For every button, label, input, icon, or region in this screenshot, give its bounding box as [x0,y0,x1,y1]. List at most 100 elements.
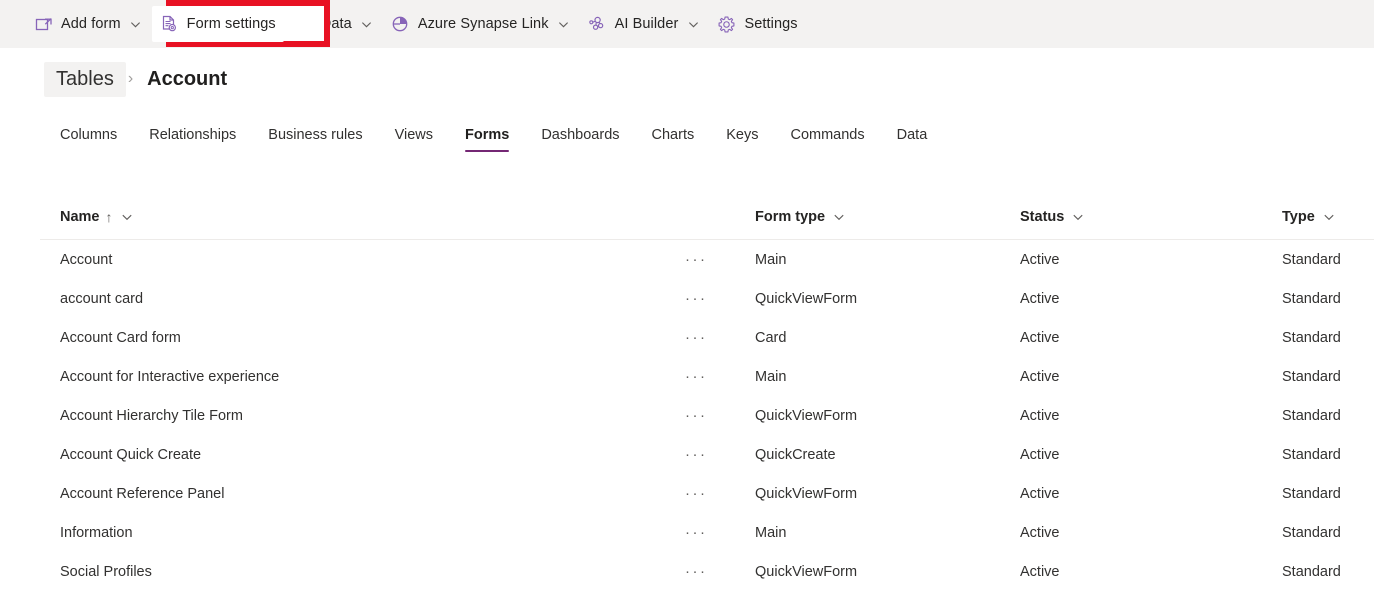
cell-status: Active [1020,408,1282,424]
column-header-label: Name [60,209,100,225]
database-icon [294,15,313,34]
more-options-icon[interactable]: ··· [685,486,708,501]
command-form-settings[interactable]: Form settings [152,6,284,42]
cell-status: Active [1020,447,1282,463]
command-settings[interactable]: Settings [709,6,805,42]
breadcrumb-item-tables[interactable]: Tables [44,62,126,97]
tab-columns[interactable]: Columns [44,127,133,152]
tab-views[interactable]: Views [379,127,449,152]
cell-name: Account Quick Create [40,447,685,463]
cell-form-type: Main [755,369,1020,385]
chevron-down-icon[interactable] [121,211,133,223]
breadcrumb: Tables › Account [44,58,239,100]
cell-name: Account for Interactive experience [40,369,685,385]
row-menu-button[interactable]: ··· [685,252,755,267]
cell-type: Standard [1282,252,1374,268]
cell-type: Standard [1282,330,1374,346]
cell-type: Standard [1282,564,1374,580]
table-row[interactable]: Account Hierarchy Tile Form ··· QuickVie… [40,396,1374,435]
chevron-down-icon[interactable] [1323,211,1335,223]
table-row[interactable]: Account Reference Panel ··· QuickViewFor… [40,474,1374,513]
row-menu-button[interactable]: ··· [685,291,755,306]
column-header-name[interactable]: Name ↑ [40,209,685,225]
grid-header-row: Name ↑ Form type Status Type [40,194,1374,240]
more-options-icon[interactable]: ··· [685,564,708,579]
tab-dashboards[interactable]: Dashboards [525,127,635,152]
cell-type: Standard [1282,408,1374,424]
cell-status: Active [1020,369,1282,385]
table-row[interactable]: Account ··· Main Active Standard [40,240,1374,279]
breadcrumb-separator-icon: › [126,70,135,88]
row-menu-button[interactable]: ··· [685,486,755,501]
gear-icon [717,15,736,34]
cell-type: Standard [1282,447,1374,463]
row-menu-button[interactable]: ··· [685,525,755,540]
cell-type: Standard [1282,486,1374,502]
column-header-label: Type [1282,209,1315,225]
tab-commands[interactable]: Commands [774,127,880,152]
command-add-form[interactable]: Add form [26,6,150,42]
tab-charts[interactable]: Charts [636,127,711,152]
cell-name: Information [40,525,685,541]
more-options-icon[interactable]: ··· [685,408,708,423]
cell-name: Account Reference Panel [40,486,685,502]
column-header-status[interactable]: Status [1020,209,1282,225]
table-row[interactable]: Account for Interactive experience ··· M… [40,357,1374,396]
breadcrumb-item-account: Account [135,62,239,97]
row-menu-button[interactable]: ··· [685,564,755,579]
cell-form-type: Card [755,330,1020,346]
command-ai-builder[interactable]: AI Builder [580,6,708,42]
column-header-label: Status [1020,209,1064,225]
row-menu-button[interactable]: ··· [685,447,755,462]
grid-body: Account ··· Main Active Standard account… [40,240,1374,591]
more-options-icon[interactable]: ··· [685,369,708,384]
add-form-icon [34,15,53,34]
more-options-icon[interactable]: ··· [685,447,708,462]
column-header-type[interactable]: Type [1282,209,1374,225]
command-label: Add form [61,16,121,32]
sort-ascending-icon: ↑ [106,210,113,224]
more-options-icon[interactable]: ··· [685,291,708,306]
more-options-icon[interactable]: ··· [685,252,708,267]
command-label: Form settings [187,16,276,32]
chevron-down-icon[interactable] [833,211,845,223]
row-menu-button[interactable]: ··· [685,408,755,423]
row-menu-button[interactable]: ··· [685,330,755,345]
command-label: Azure Synapse Link [418,16,549,32]
chevron-down-icon[interactable] [1072,211,1084,223]
pie-chart-icon [391,15,410,34]
column-header-form-type[interactable]: Form type [755,209,1020,225]
forms-grid: Name ↑ Form type Status Type [40,194,1374,591]
row-menu-button[interactable]: ··· [685,369,755,384]
chevron-down-icon[interactable] [361,18,373,30]
ai-builder-icon [588,15,607,34]
more-options-icon[interactable]: ··· [685,525,708,540]
table-row[interactable]: Account Card form ··· Card Active Standa… [40,318,1374,357]
table-row[interactable]: Information ··· Main Active Standard [40,513,1374,552]
cell-name: account card [40,291,685,307]
chevron-down-icon[interactable] [558,18,570,30]
command-azure-synapse-link[interactable]: Azure Synapse Link [383,6,578,42]
tab-relationships[interactable]: Relationships [133,127,252,152]
cell-form-type: Main [755,525,1020,541]
table-row[interactable]: Social Profiles ··· QuickViewForm Active… [40,552,1374,591]
cell-type: Standard [1282,369,1374,385]
cell-name: Account [40,252,685,268]
cell-name: Social Profiles [40,564,685,580]
tab-keys[interactable]: Keys [710,127,774,152]
tab-business-rules[interactable]: Business rules [252,127,378,152]
more-options-icon[interactable]: ··· [685,330,708,345]
cell-status: Active [1020,252,1282,268]
command-data[interactable]: Data [286,6,381,42]
table-row[interactable]: account card ··· QuickViewForm Active St… [40,279,1374,318]
tab-forms[interactable]: Forms [449,127,525,152]
command-label: AI Builder [615,16,679,32]
chevron-down-icon[interactable] [687,18,699,30]
cell-form-type: Main [755,252,1020,268]
cell-name: Account Card form [40,330,685,346]
cell-form-type: QuickViewForm [755,408,1020,424]
table-row[interactable]: Account Quick Create ··· QuickCreate Act… [40,435,1374,474]
tab-data[interactable]: Data [881,127,944,152]
column-header-label: Form type [755,209,825,225]
chevron-down-icon[interactable] [130,18,142,30]
